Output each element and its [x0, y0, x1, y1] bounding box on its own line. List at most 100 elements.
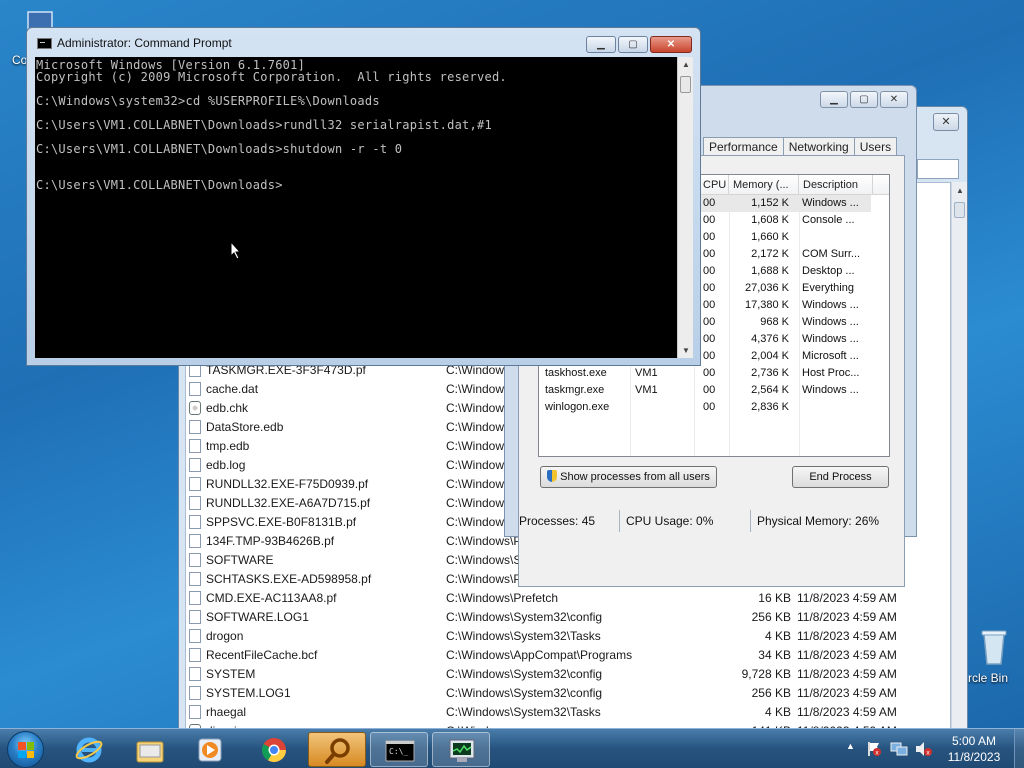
console-line: C:\Users\VM1.COLLABNET\Downloads>rundll3… [36, 118, 492, 132]
file-size: 256 KB [751, 610, 791, 624]
file-date: 11/8/2023 4:59 AM [797, 591, 897, 605]
taskbar-internet-explorer[interactable] [60, 732, 118, 767]
maximize-button[interactable]: ▢ [850, 91, 878, 108]
task-manager-icon [449, 739, 475, 762]
file-row[interactable]: rhaegal C:\Windows\System32\Tasks 4 KB 11/8… [189, 703, 897, 722]
taskbar-task-manager[interactable] [432, 732, 490, 767]
column-header-cpu[interactable]: CPU [699, 175, 729, 195]
file-path: C:\Windows\Prefetch [446, 591, 559, 605]
file-path: C:\Windows\System32\config [446, 686, 603, 700]
status-memory: Physical Memory: 26% [757, 514, 880, 528]
chrome-icon [261, 738, 286, 763]
process-description: Everything [802, 282, 854, 294]
clock-date: 11/8/2023 [947, 750, 1001, 764]
file-row[interactable]: RecentFileCache.bcf C:\Windows\AppCompat\… [189, 646, 897, 665]
vertical-scrollbar[interactable]: ▲ ▼ [677, 57, 693, 358]
file-icon [189, 686, 201, 700]
file-name: SPPSVC.EXE-B0F8131B.pf [206, 515, 357, 529]
file-icon [189, 629, 201, 643]
command-prompt-icon: C:\_ [385, 740, 415, 762]
scroll-up-icon[interactable]: ▲ [682, 60, 690, 69]
file-name: DataStore.edb [206, 420, 284, 434]
internet-explorer-icon [75, 737, 103, 763]
end-process-button[interactable]: End Process [792, 466, 889, 488]
show-all-processes-label: Show processes from all users [560, 471, 710, 483]
taskbar-chrome[interactable] [245, 732, 303, 767]
process-description: Microsoft ... [802, 350, 859, 362]
show-all-processes-button[interactable]: Show processes from all users [540, 466, 717, 488]
process-cpu: 00 [703, 282, 716, 294]
network-icon[interactable] [890, 741, 908, 757]
column-header-description[interactable]: Description [799, 175, 873, 195]
file-row[interactable]: drogon C:\Windows\System32\Tasks 4 KB 11/8/… [189, 627, 897, 646]
close-button[interactable]: ✕ [933, 113, 959, 131]
process-description: Windows ... [802, 299, 859, 311]
file-icon [189, 382, 201, 396]
column-header-memory[interactable]: Memory (... [729, 175, 799, 195]
system-clock[interactable]: 5:00 AM 11/8/2023 [937, 733, 1011, 765]
taskbar-command-prompt[interactable]: C:\_ [370, 732, 428, 767]
taskbar-windows-explorer[interactable] [121, 732, 179, 767]
process-description: Windows ... [802, 316, 859, 328]
process-row[interactable]: taskmgr.exe VM1 00 2,564 K Windows ... [539, 382, 871, 399]
scroll-up-icon[interactable]: ▲ [956, 186, 964, 195]
file-icon [189, 705, 201, 719]
file-path: C:\Window [446, 382, 505, 396]
file-size: 4 KB [764, 629, 791, 643]
process-row[interactable]: winlogon.exe 00 2,836 K [539, 399, 871, 416]
file-row[interactable]: SOFTWARE.LOG1 C:\Windows\System32\config 2… [189, 608, 897, 627]
volume-muted-icon[interactable]: x [914, 741, 932, 757]
minimize-button[interactable]: ▁ [586, 36, 616, 53]
file-path: C:\Window [446, 401, 505, 415]
svg-text:x: x [926, 750, 930, 757]
maximize-button[interactable]: ▢ [618, 36, 648, 53]
search-input[interactable] [917, 159, 959, 179]
console-line: C:\Users\VM1.COLLABNET\Downloads>shutdow… [36, 142, 403, 156]
process-memory: 2,736 K [751, 367, 789, 379]
window-title: Administrator: Command Prompt [57, 36, 232, 50]
file-row[interactable]: CMD.EXE-AC113AA8.pf C:\Windows\Prefetch 16… [189, 589, 897, 608]
process-description: Host Proc... [802, 367, 860, 379]
show-hidden-icons-icon[interactable]: ▲ [846, 741, 855, 751]
scroll-thumb[interactable] [954, 202, 965, 218]
close-button[interactable]: ✕ [880, 91, 908, 108]
explorer-title-buttons: ✕ [933, 113, 959, 131]
vertical-scrollbar[interactable]: ▲ [951, 182, 967, 730]
process-cpu: 00 [703, 333, 716, 345]
scroll-thumb[interactable] [680, 76, 691, 93]
taskbar-media-player[interactable] [181, 732, 239, 767]
file-path: C:\Window [446, 515, 505, 529]
file-icon [189, 648, 201, 662]
show-desktop-button[interactable] [1014, 729, 1024, 768]
process-image-name: winlogon.exe [545, 401, 610, 413]
taskbar-search-tool[interactable] [308, 732, 366, 767]
file-row[interactable]: SYSTEM C:\Windows\System32\config 9,728 KB… [189, 665, 897, 684]
status-processes: Processes: 45 [513, 510, 620, 532]
process-row[interactable]: taskhost.exe VM1 00 2,736 K Host Proc... [539, 365, 871, 382]
file-path: C:\Window [446, 477, 505, 491]
minimize-button[interactable]: ▁ [820, 91, 848, 108]
tab-users[interactable]: Users [853, 137, 898, 155]
process-description: Console ... [802, 214, 855, 226]
tab-performance[interactable]: Performance [703, 137, 784, 155]
file-path: C:\Window [446, 439, 505, 453]
file-date: 11/8/2023 4:59 AM [797, 667, 897, 681]
file-row[interactable]: SYSTEM.LOG1 C:\Windows\System32\config 256… [189, 684, 897, 703]
process-cpu: 00 [703, 350, 716, 362]
file-path: C:\Window [446, 496, 505, 510]
clock-time: 5:00 AM [951, 734, 997, 748]
process-memory: 1,608 K [751, 214, 789, 226]
file-name: RUNDLL32.EXE-F75D0939.pf [206, 477, 369, 491]
process-memory: 968 K [760, 316, 789, 328]
close-button[interactable]: ✕ [650, 36, 692, 53]
console-line: C:\Windows\system32>cd %USERPROFILE%\Dow… [36, 94, 380, 108]
file-name: RecentFileCache.bcf [206, 648, 318, 662]
file-icon [189, 553, 201, 567]
action-center-flag-icon[interactable]: x [866, 741, 882, 757]
scroll-down-icon[interactable]: ▼ [682, 346, 690, 355]
tab-networking[interactable]: Networking [782, 137, 855, 155]
start-button[interactable] [7, 731, 44, 768]
file-icon [189, 572, 201, 586]
process-description: Windows ... [802, 333, 859, 345]
console-output[interactable]: Microsoft Windows [Version 6.1.7601] Copy… [35, 57, 677, 358]
